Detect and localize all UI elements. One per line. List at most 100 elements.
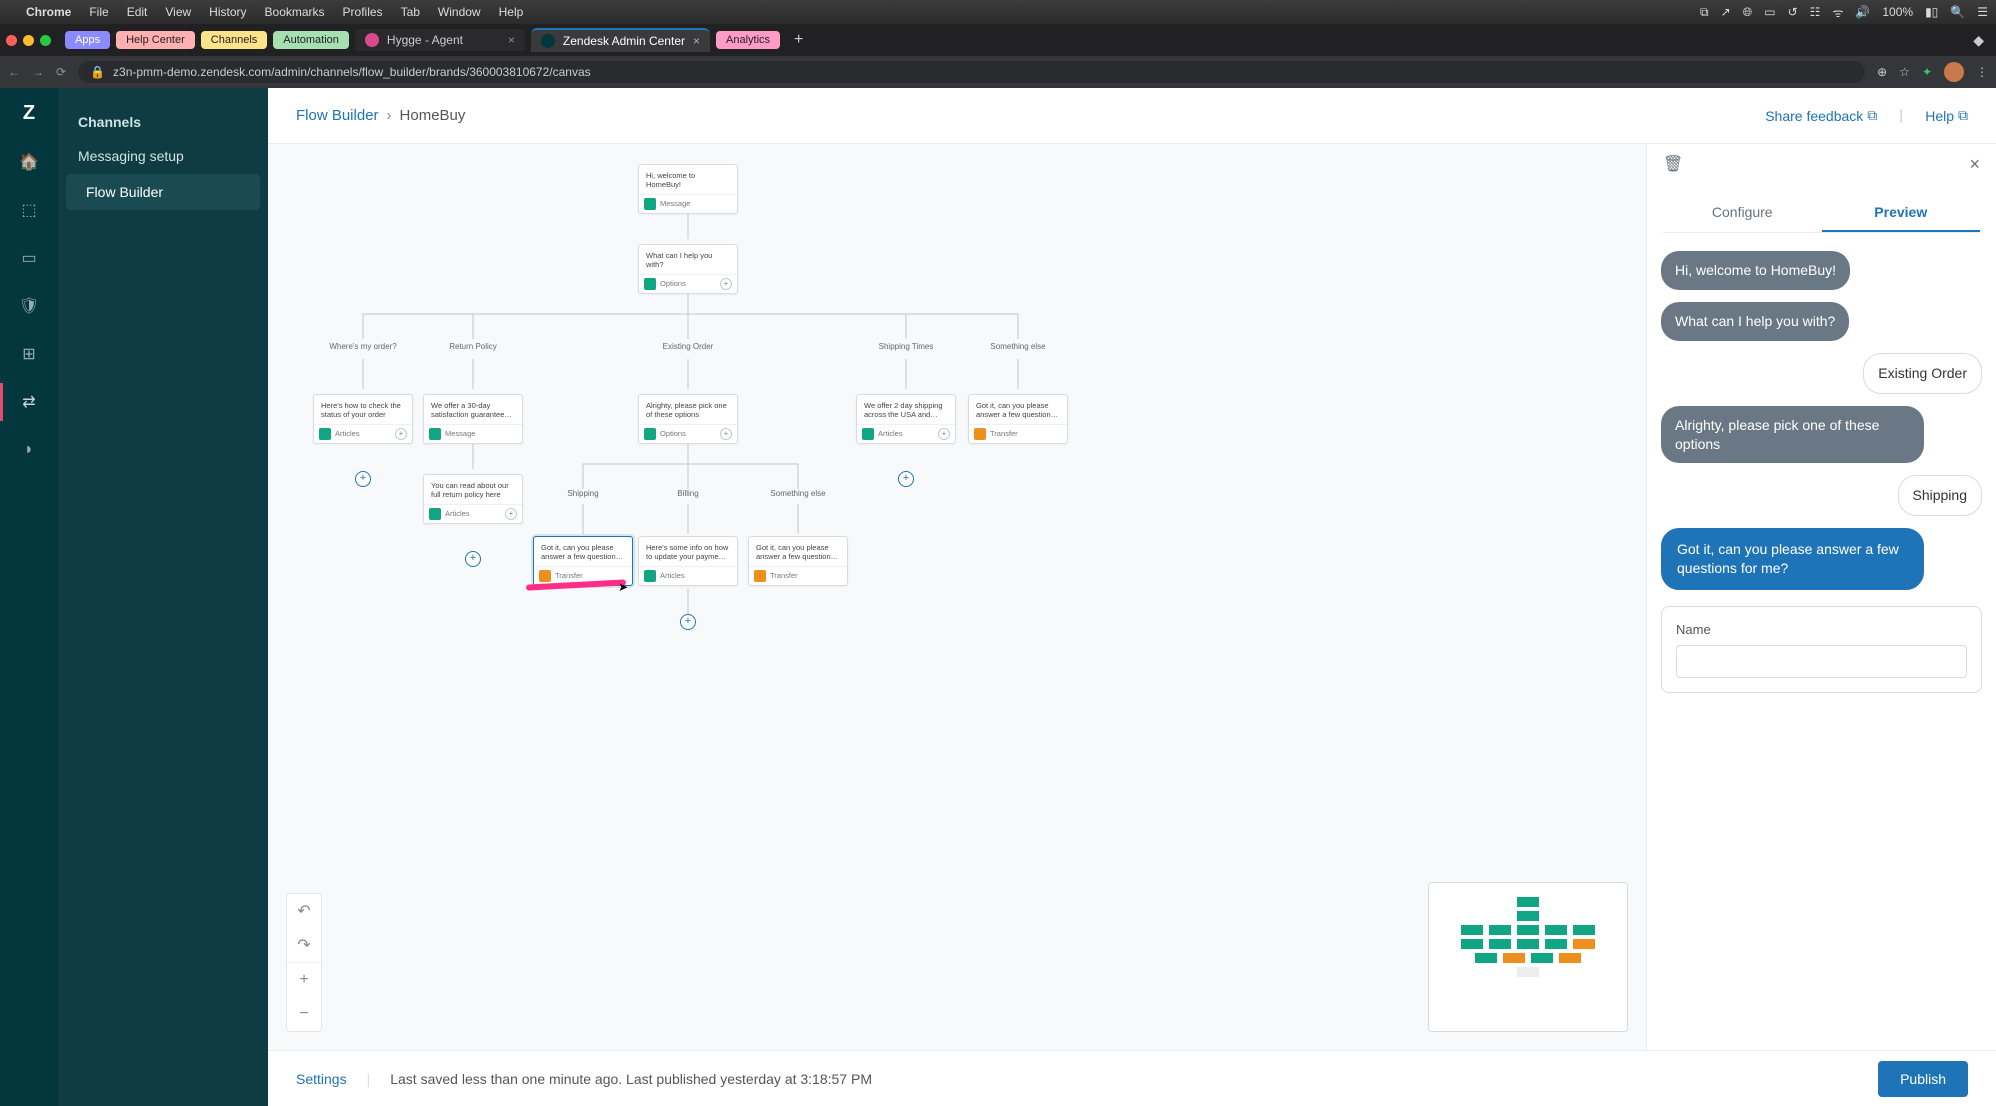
sync-icon[interactable]: ↺: [1788, 5, 1798, 19]
flow-node-welcome[interactable]: Hi, welcome to HomeBuy! Message: [638, 164, 738, 214]
menu-profiles[interactable]: Profiles: [343, 5, 383, 19]
pip-icon[interactable]: ⧉: [1700, 5, 1709, 20]
add-step-button[interactable]: +: [898, 471, 914, 487]
flow-node[interactable]: Got it, can you please answer a few ques…: [748, 536, 848, 586]
globe-icon[interactable]: 🌐︎: [1743, 5, 1753, 20]
browser-toolbar: ← → ⟳ 🔒 z3n-pmm-demo.zendesk.com/admin/c…: [0, 56, 1996, 88]
flow-node-selected[interactable]: Got it, can you please answer a few ques…: [533, 536, 633, 586]
favicon-icon: [365, 33, 379, 47]
window-controls[interactable]: [6, 35, 51, 46]
reload-button[interactable]: ⟳: [56, 65, 66, 79]
battery-label: 100%: [1882, 5, 1913, 19]
new-tab-button[interactable]: +: [786, 31, 811, 49]
browser-tabstrip: Apps Help Center Channels Automation Hyg…: [0, 24, 1996, 56]
zoom-icon[interactable]: ⊕: [1877, 65, 1887, 79]
breadcrumb-root[interactable]: Flow Builder: [296, 107, 379, 124]
forward-button[interactable]: →: [32, 65, 44, 79]
flow-node[interactable]: Got it, can you please answer a few ques…: [968, 394, 1068, 444]
browser-tab-zendesk[interactable]: Zendesk Admin Center ×: [531, 28, 710, 52]
control-center-icon[interactable]: ☰: [1977, 5, 1988, 19]
option-label[interactable]: Something else: [990, 342, 1045, 351]
bookmark-analytics[interactable]: Analytics: [716, 31, 780, 49]
tab-configure[interactable]: Configure: [1663, 194, 1822, 232]
wifi-icon[interactable]: ᯤ: [1832, 4, 1843, 21]
option-label[interactable]: Return Policy: [449, 342, 497, 351]
undo-button[interactable]: ↶: [287, 894, 321, 928]
back-button[interactable]: ←: [8, 65, 20, 79]
option-label[interactable]: Shipping: [567, 489, 598, 498]
apps-icon[interactable]: ⊞: [18, 343, 40, 365]
name-input[interactable]: [1676, 645, 1967, 678]
zoom-in-button[interactable]: +: [287, 963, 321, 997]
option-label[interactable]: Existing Order: [663, 342, 714, 351]
chrome-menu-icon[interactable]: ⋮: [1976, 65, 1988, 79]
flow-node[interactable]: We offer a 30-day satisfaction guarantee…: [423, 394, 523, 444]
airplay-icon[interactable]: ▭: [1764, 5, 1775, 19]
sidebar-item-flow-builder[interactable]: Flow Builder: [66, 174, 260, 210]
help-link[interactable]: Help ⧉: [1925, 107, 1968, 124]
bookmark-apps[interactable]: Apps: [65, 31, 110, 49]
flow-node[interactable]: Here's how to check the status of your o…: [313, 394, 413, 444]
flow-node[interactable]: Alrighty, please pick one of these optio…: [638, 394, 738, 444]
close-tab-icon[interactable]: ×: [508, 33, 515, 47]
chat-icon[interactable]: ◗: [18, 439, 40, 461]
add-step-button[interactable]: +: [465, 551, 481, 567]
menu-file[interactable]: File: [89, 5, 108, 19]
option-label[interactable]: Shipping Times: [879, 342, 934, 351]
publish-button[interactable]: Publish: [1878, 1061, 1968, 1097]
option-label[interactable]: Billing: [677, 489, 698, 498]
channels-icon[interactable]: ⇄: [18, 391, 40, 413]
option-label[interactable]: Where's my order?: [329, 342, 396, 351]
redo-button[interactable]: ↷: [287, 928, 321, 962]
bookmark-help[interactable]: Help Center: [116, 31, 195, 49]
extensions-icon[interactable]: ✦: [1922, 65, 1932, 79]
menubar-app[interactable]: Chrome: [26, 5, 71, 19]
home-icon[interactable]: 🏠: [18, 151, 40, 173]
menu-window[interactable]: Window: [438, 5, 481, 19]
side-panel: 🗑 × Configure Preview Hi, welcome to Hom…: [1646, 144, 1996, 1050]
settings-link[interactable]: Settings: [296, 1071, 347, 1087]
calendar-icon[interactable]: ☷: [1810, 5, 1821, 19]
bookmark-automation[interactable]: Automation: [273, 31, 349, 49]
delete-icon[interactable]: 🗑: [1663, 154, 1683, 174]
flow-node[interactable]: We offer 2 day shipping across the USA a…: [856, 394, 956, 444]
bookmark-channels[interactable]: Channels: [201, 31, 267, 49]
flow-node[interactable]: Here's some info on how to update your p…: [638, 536, 738, 586]
sidebar-header: Channels: [58, 106, 268, 138]
zendesk-logo-icon[interactable]: Z: [23, 102, 35, 125]
mac-menubar: Chrome File Edit View History Bookmarks …: [0, 0, 1996, 24]
add-step-button[interactable]: +: [680, 614, 696, 630]
close-panel-icon[interactable]: ×: [1969, 154, 1980, 175]
menu-bookmarks[interactable]: Bookmarks: [265, 5, 325, 19]
zoom-out-button[interactable]: −: [287, 997, 321, 1031]
share-feedback-link[interactable]: Share feedback ⧉: [1765, 107, 1877, 124]
battery-icon: ▮▯: [1925, 5, 1938, 19]
menu-history[interactable]: History: [209, 5, 246, 19]
chat-user-reply[interactable]: Existing Order: [1863, 353, 1982, 394]
menu-help[interactable]: Help: [499, 5, 524, 19]
tab-preview[interactable]: Preview: [1822, 194, 1981, 232]
flow-canvas[interactable]: Hi, welcome to HomeBuy! Message What can…: [268, 144, 1646, 1050]
spotlight-icon[interactable]: 🔍: [1950, 5, 1965, 19]
add-step-button[interactable]: +: [355, 471, 371, 487]
sidebar-item-messaging[interactable]: Messaging setup: [58, 138, 268, 174]
close-tab-icon[interactable]: ×: [693, 34, 700, 48]
bookmark-star-icon[interactable]: ☆: [1899, 65, 1910, 79]
flow-node-help[interactable]: What can I help you with? Options+: [638, 244, 738, 294]
flow-node[interactable]: You can read about our full return polic…: [423, 474, 523, 524]
profile-avatar-icon[interactable]: [1944, 62, 1964, 82]
address-bar[interactable]: 🔒 z3n-pmm-demo.zendesk.com/admin/channel…: [78, 61, 1865, 83]
card-icon[interactable]: ▭: [18, 247, 40, 269]
shield-icon[interactable]: 🛡: [18, 295, 40, 317]
menu-view[interactable]: View: [165, 5, 191, 19]
menu-edit[interactable]: Edit: [127, 5, 148, 19]
browser-tab-hygge[interactable]: Hygge - Agent ×: [355, 29, 525, 51]
add-option-icon[interactable]: +: [720, 278, 732, 290]
menu-tab[interactable]: Tab: [401, 5, 420, 19]
workspace-icon[interactable]: ⬚: [18, 199, 40, 221]
volume-icon[interactable]: 🔊: [1855, 5, 1870, 19]
chat-user-reply[interactable]: Shipping: [1898, 475, 1983, 516]
share-icon[interactable]: ↗: [1721, 5, 1731, 19]
minimap[interactable]: [1428, 882, 1628, 1032]
option-label[interactable]: Something else: [770, 489, 825, 498]
